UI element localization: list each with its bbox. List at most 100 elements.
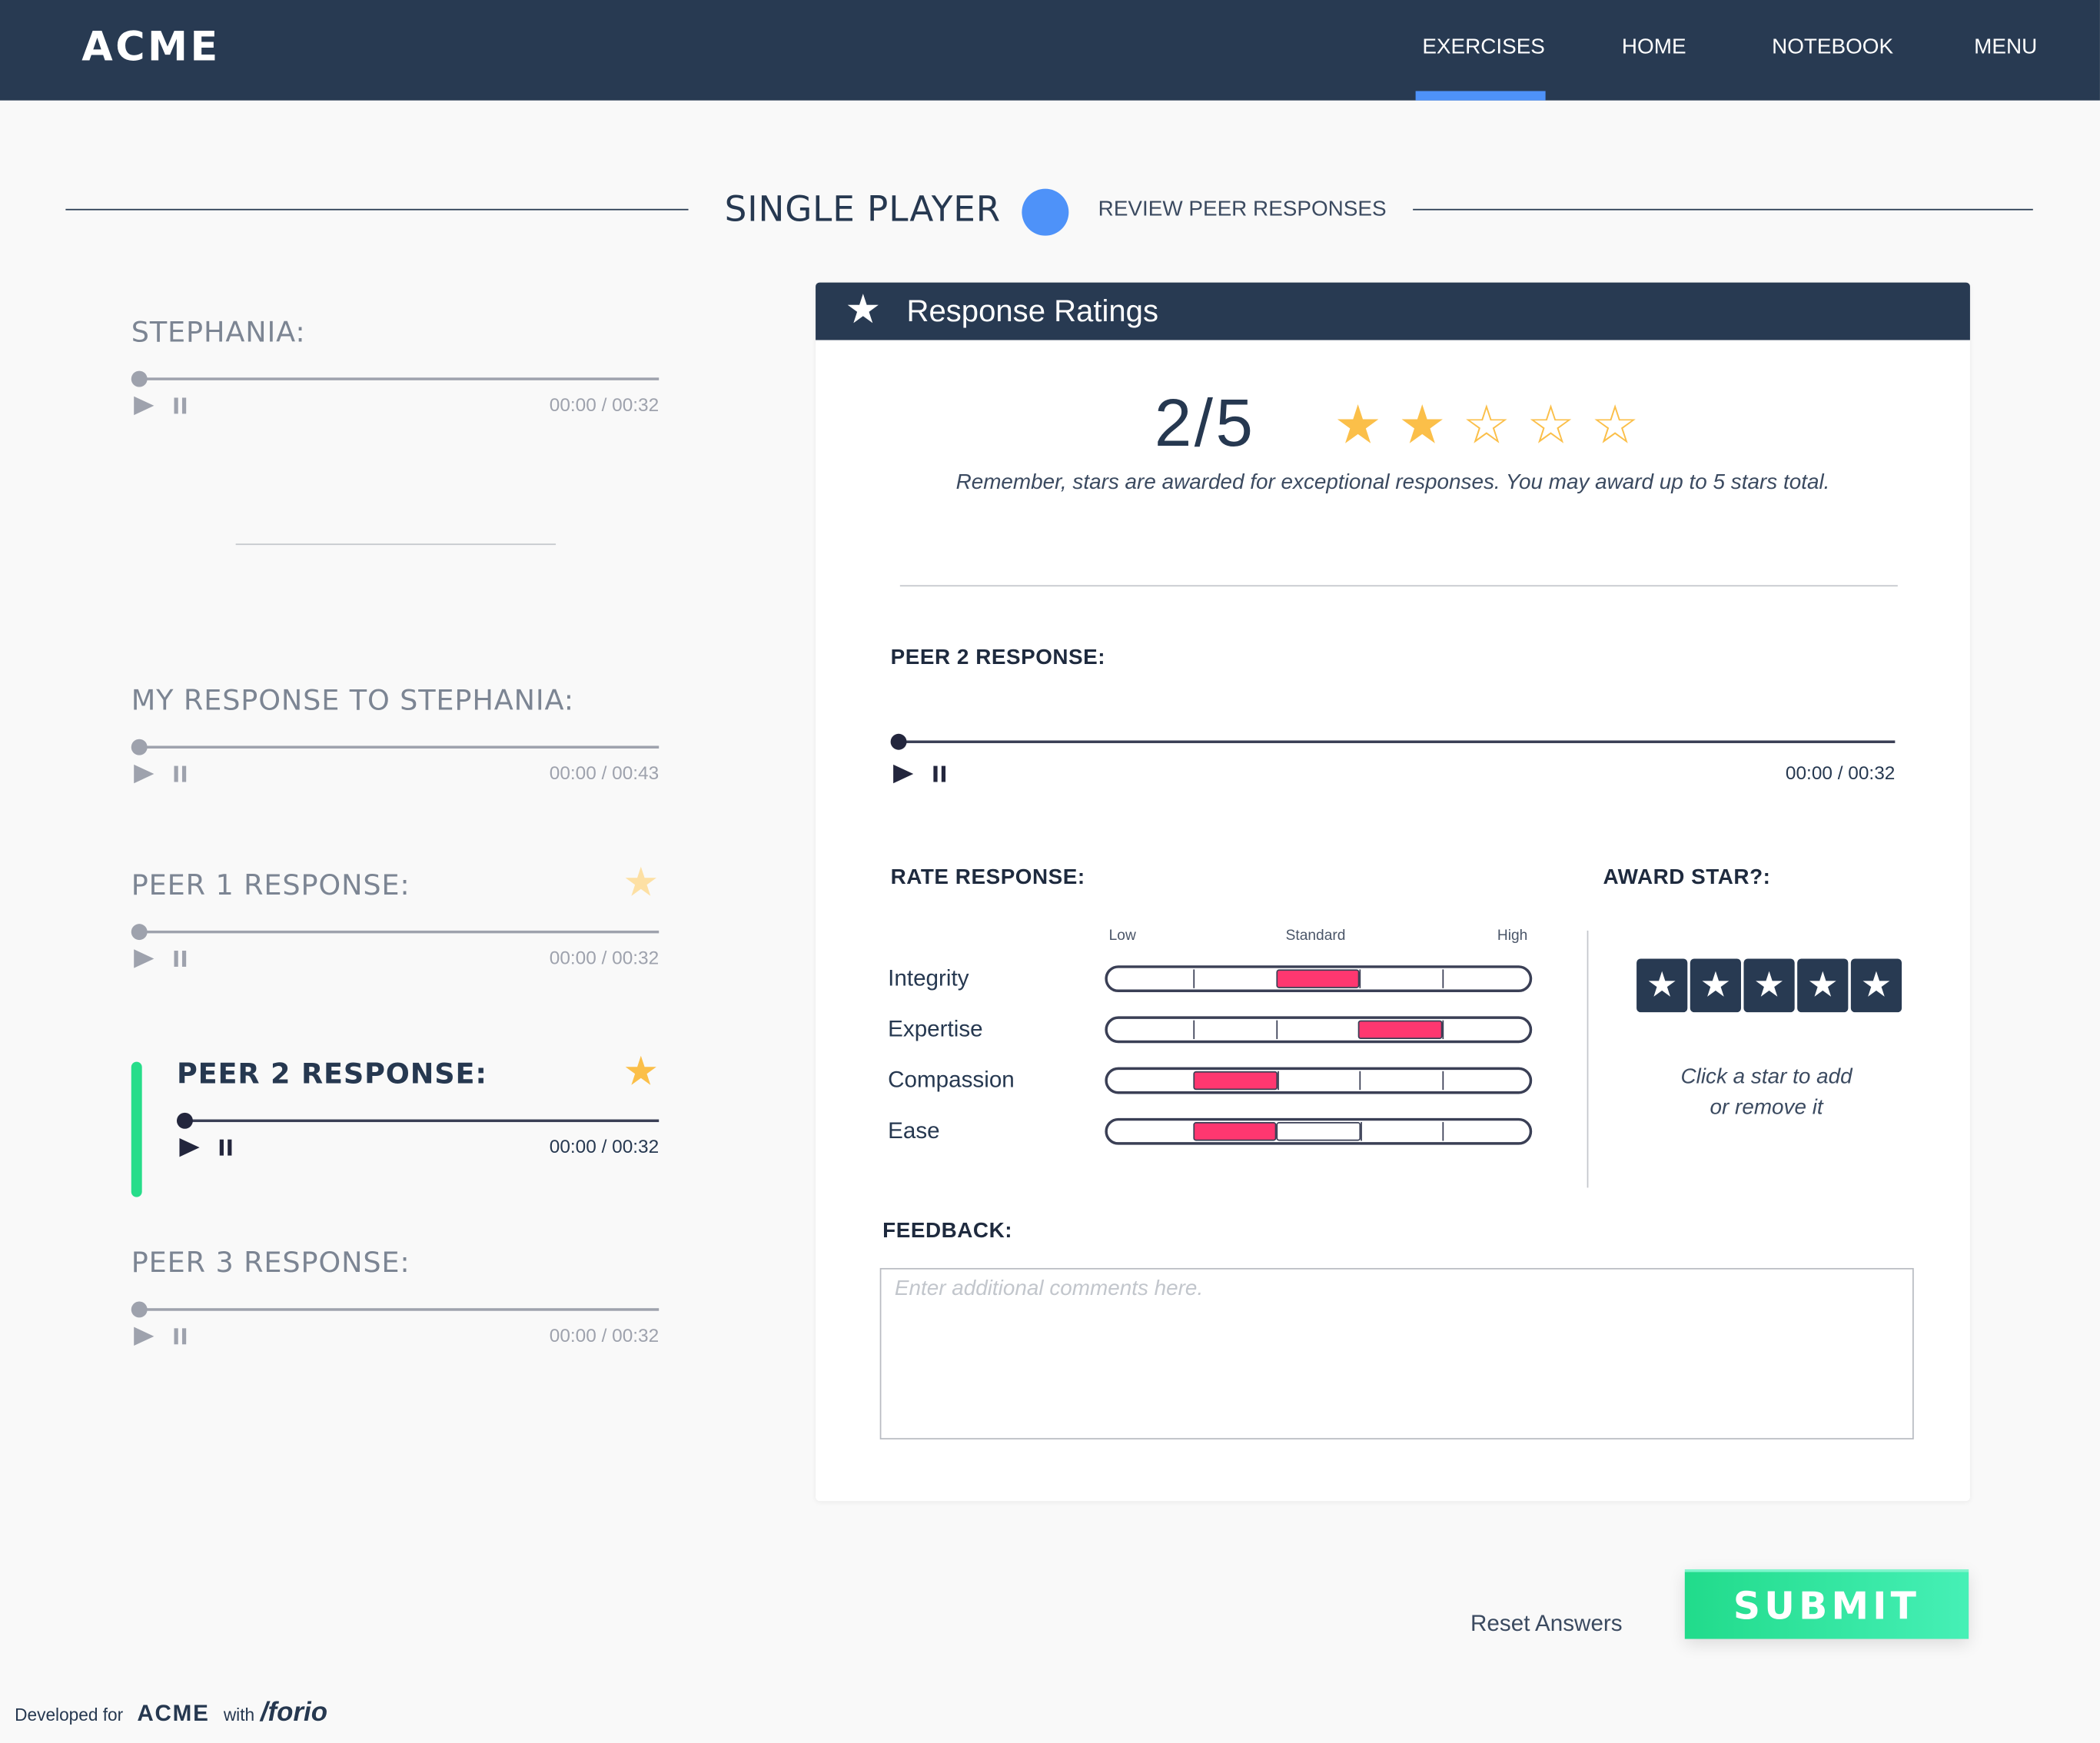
audio-scrubber[interactable] xyxy=(890,732,1896,751)
nav-notebook[interactable]: NOTEBOOK xyxy=(1772,36,1893,60)
scrubber-knob[interactable] xyxy=(131,739,148,755)
pause-icon[interactable] xyxy=(174,765,187,782)
play-icon[interactable] xyxy=(134,764,155,784)
active-nav-indicator xyxy=(1415,91,1546,101)
scrubber-knob[interactable] xyxy=(890,733,907,750)
audio-time: 00:00 / 00:43 xyxy=(549,762,660,784)
scrubber-knob[interactable] xyxy=(131,370,148,387)
sidebar-item-stephania[interactable]: STEPHANIA: 00:00 / 00:32 xyxy=(131,316,659,420)
rate-response-label: RATE RESPONSE: xyxy=(890,866,1085,889)
rating-segment-3[interactable] xyxy=(1277,1071,1360,1091)
response-ratings-panel: ★ Response Ratings 2/5 ★ ★ ☆ ☆ ☆ Remember, s… xyxy=(816,282,1970,1502)
rating-segment-1[interactable] xyxy=(1113,1021,1194,1039)
rating-segment-5[interactable] xyxy=(1441,1071,1524,1091)
vertical-divider xyxy=(1587,930,1589,1188)
audio-time: 00:00 / 00:32 xyxy=(549,1135,660,1157)
sidebar-item-peer-3[interactable]: PEER 3 RESPONSE: 00:00 / 00:32 xyxy=(131,1247,659,1351)
nav-exercises[interactable]: EXERCISES xyxy=(1422,36,1545,60)
rating-row-ease: Ease xyxy=(888,1117,1536,1147)
rating-segment-1[interactable] xyxy=(1113,1071,1194,1090)
rating-segment-2[interactable] xyxy=(1194,1020,1276,1040)
scrubber-knob[interactable] xyxy=(176,1112,193,1129)
sidebar-item-title: PEER 1 RESPONSE: xyxy=(131,868,410,901)
audio-controls: 00:00 / 00:32 xyxy=(891,759,1896,788)
pause-icon[interactable] xyxy=(174,397,187,414)
footer-partner-logo: /forio xyxy=(260,1698,327,1728)
award-star-buttons: ★ ★ ★ ★ ★ xyxy=(1636,958,1902,1013)
rating-segment-4[interactable] xyxy=(1359,1071,1442,1091)
play-icon[interactable] xyxy=(179,1137,200,1157)
rating-name: Compassion xyxy=(888,1067,1015,1093)
scrubber-track xyxy=(139,930,660,934)
scale-high-label: High xyxy=(1497,928,1528,945)
award-star-button[interactable]: ★ xyxy=(1797,958,1849,1013)
sidebar-divider xyxy=(235,543,557,546)
sidebar-item-peer-1[interactable]: PEER 1 RESPONSE: ★ 00:00 / 00:32 xyxy=(131,863,660,974)
rating-segment-3[interactable] xyxy=(1277,1122,1361,1141)
peer-response-label: PEER 2 RESPONSE: xyxy=(890,646,1106,670)
rating-bar xyxy=(1105,965,1533,993)
audio-time: 00:00 / 00:32 xyxy=(549,1324,660,1346)
submit-button[interactable]: SUBMIT xyxy=(1684,1569,1969,1639)
award-star-button[interactable]: ★ xyxy=(1743,958,1795,1013)
panel-divider xyxy=(899,585,1898,587)
play-icon[interactable] xyxy=(134,949,155,968)
rating-segment-5[interactable] xyxy=(1441,1020,1524,1040)
pause-icon[interactable] xyxy=(174,951,187,967)
feedback-input[interactable] xyxy=(879,1267,1914,1439)
award-star-button[interactable]: ★ xyxy=(1850,958,1902,1013)
rating-segment-1[interactable] xyxy=(1113,969,1194,988)
play-icon[interactable] xyxy=(893,764,914,784)
award-star-button[interactable]: ★ xyxy=(1636,958,1688,1013)
panel-header: ★ Response Ratings xyxy=(816,282,1970,340)
award-star-label: AWARD STAR?: xyxy=(1603,866,1771,889)
stars-awarded-display: ★ ★ ☆ ☆ ☆ xyxy=(1334,397,1655,456)
rating-segment-4[interactable] xyxy=(1358,1020,1442,1040)
active-item-indicator xyxy=(131,1061,142,1197)
rating-segment-5[interactable] xyxy=(1442,1122,1524,1141)
audio-controls: 00:00 / 00:32 xyxy=(131,391,659,420)
audio-scrubber[interactable] xyxy=(131,370,660,388)
audio-controls: 00:00 / 00:32 xyxy=(177,1133,659,1162)
mode-toggle-dot[interactable] xyxy=(1022,188,1069,236)
rating-segment-5[interactable] xyxy=(1441,969,1524,988)
sidebar-item-title: MY RESPONSE TO STEPHANIA: xyxy=(131,684,575,717)
logo[interactable]: ACME xyxy=(81,24,220,71)
award-hint: Click a star to add or remove it xyxy=(1619,1062,1913,1124)
audio-scrubber[interactable] xyxy=(131,922,660,941)
pause-icon[interactable] xyxy=(219,1139,232,1156)
rating-segment-3[interactable] xyxy=(1276,1020,1358,1040)
rating-row-integrity: Integrity xyxy=(888,965,1536,994)
rating-segment-1[interactable] xyxy=(1113,1122,1194,1140)
peer-audio-player: 00:00 / 00:32 xyxy=(890,732,1896,788)
sidebar-item-peer-2[interactable]: PEER 2 RESPONSE: ★ 00:00 / 00:32 xyxy=(176,1052,660,1162)
audio-scrubber[interactable] xyxy=(131,1300,660,1319)
audio-time: 00:00 / 00:32 xyxy=(549,393,660,416)
scrubber-knob[interactable] xyxy=(131,1301,148,1318)
scrubber-track xyxy=(139,745,660,749)
star-icon: ★ xyxy=(623,859,660,907)
play-icon[interactable] xyxy=(134,1326,155,1346)
pause-icon[interactable] xyxy=(174,1328,187,1345)
audio-time: 00:00 / 00:32 xyxy=(1785,762,1896,784)
rating-row-compassion: Compassion xyxy=(888,1067,1536,1097)
award-star-button[interactable]: ★ xyxy=(1690,958,1741,1013)
scrubber-knob[interactable] xyxy=(131,924,148,941)
rating-segment-4[interactable] xyxy=(1360,1122,1442,1141)
mode-subtitle[interactable]: REVIEW PEER RESPONSES xyxy=(1098,198,1387,222)
audio-scrubber[interactable] xyxy=(131,738,660,756)
rating-segment-2[interactable] xyxy=(1194,969,1276,988)
audio-scrubber[interactable] xyxy=(176,1111,660,1130)
star-outline-icon: ☆ xyxy=(1462,394,1511,457)
rating-segment-4[interactable] xyxy=(1359,969,1442,988)
rating-segment-2[interactable] xyxy=(1194,1071,1278,1091)
pause-icon[interactable] xyxy=(933,765,946,782)
rating-bar xyxy=(1105,1117,1533,1145)
nav-menu[interactable]: MENU xyxy=(1974,36,2037,60)
rating-segment-3[interactable] xyxy=(1276,969,1360,988)
play-icon[interactable] xyxy=(134,396,155,416)
nav-home[interactable]: HOME xyxy=(1622,36,1686,60)
rating-segment-2[interactable] xyxy=(1193,1122,1278,1141)
sidebar-item-my-response[interactable]: MY RESPONSE TO STEPHANIA: 00:00 / 00:43 xyxy=(131,684,659,788)
reset-answers-link[interactable]: Reset Answers xyxy=(1470,1611,1623,1638)
